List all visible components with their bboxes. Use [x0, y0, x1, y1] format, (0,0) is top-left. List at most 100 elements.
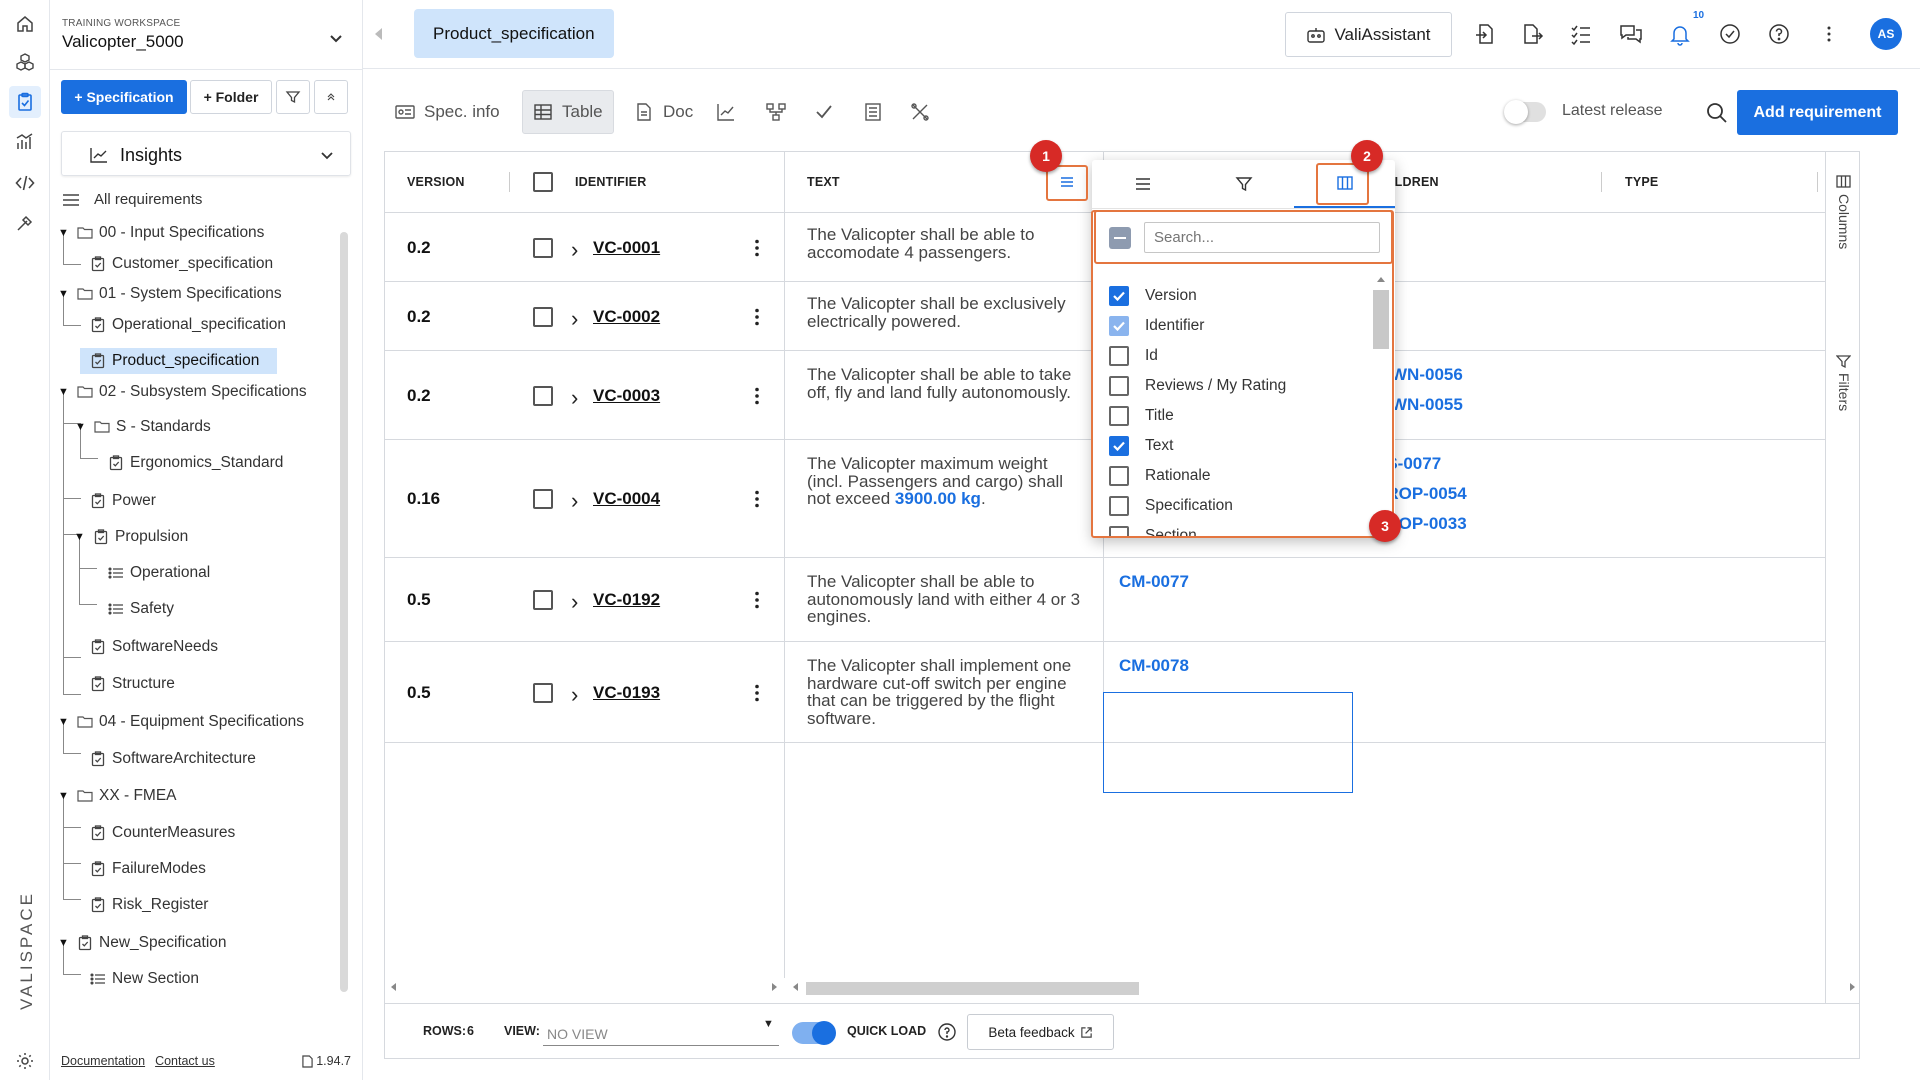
expand-toggle-icon[interactable]: ▼ [58, 386, 72, 398]
children-link[interactable]: WN-0055 [1391, 390, 1463, 420]
expand-toggle-icon[interactable]: ▼ [58, 288, 72, 300]
column-option[interactable]: Section [1109, 521, 1197, 536]
column-option-checkbox[interactable] [1109, 376, 1129, 396]
components-icon[interactable] [9, 46, 41, 78]
home-icon[interactable] [9, 8, 41, 40]
horizontal-scrollbar[interactable] [385, 978, 1855, 996]
chevron-down-icon[interactable] [326, 28, 346, 48]
identifier-link[interactable]: VC-0002 [593, 307, 660, 327]
row-checkbox[interactable] [533, 489, 553, 509]
expand-toggle-icon[interactable]: ▼ [58, 227, 72, 239]
column-option[interactable]: Rationale [1109, 461, 1211, 491]
column-option-checkbox[interactable] [1109, 436, 1129, 456]
collapse-all-button[interactable] [314, 80, 348, 114]
verification-view-button[interactable] [804, 90, 844, 134]
tree-item[interactable]: Structure [90, 671, 175, 697]
report-view-button[interactable] [853, 90, 893, 134]
tree-item[interactable]: ▼ 01 - System Specifications [58, 281, 282, 307]
sidebar-scrollbar[interactable] [340, 232, 348, 992]
tools-icon[interactable] [9, 207, 41, 239]
column-header-children[interactable]: ILDREN [1391, 175, 1439, 189]
comments-icon[interactable] [1619, 22, 1643, 46]
code-icon[interactable] [9, 167, 41, 199]
expand-toggle-icon[interactable]: ▼ [58, 937, 72, 949]
scroll-left-icon[interactable] [793, 983, 799, 991]
column-option-checkbox[interactable] [1109, 346, 1129, 366]
expand-row-icon[interactable]: › [571, 488, 578, 514]
scroll-right-icon[interactable] [771, 983, 777, 991]
expand-toggle-icon[interactable]: ▼ [75, 421, 89, 433]
tree-item[interactable]: ▼ S - Standards [75, 414, 211, 440]
column-option[interactable]: Identifier [1109, 311, 1204, 341]
row-more-icon[interactable] [755, 684, 759, 702]
select-all-checkbox[interactable] [533, 172, 553, 192]
view-select[interactable]: NO VIEW [543, 1018, 779, 1046]
table-view-button[interactable]: Table [522, 90, 614, 134]
export-icon[interactable] [1520, 22, 1544, 46]
tree-item[interactable]: SoftwareNeeds [90, 634, 218, 660]
tree-item[interactable]: Ergonomics_Standard [108, 450, 283, 476]
selected-cell[interactable] [1103, 692, 1353, 793]
expand-row-icon[interactable]: › [571, 589, 578, 615]
column-option[interactable]: Specification [1109, 491, 1233, 521]
analytics-icon[interactable] [9, 126, 41, 158]
identifier-link[interactable]: VC-0192 [593, 590, 660, 610]
table-row[interactable]: 0.5 › VC-0192 The Valicopter shall be able … [385, 558, 1859, 642]
row-checkbox[interactable] [533, 306, 553, 327]
column-option[interactable]: Reviews / My Rating [1109, 371, 1286, 401]
filter-button[interactable] [276, 80, 310, 114]
expand-row-icon[interactable]: › [571, 385, 578, 411]
scroll-left-icon[interactable] [391, 983, 397, 991]
column-option-checkbox[interactable] [1109, 526, 1129, 536]
identifier-link[interactable]: VC-0001 [593, 238, 660, 258]
tree-item[interactable]: ▼ 00 - Input Specifications [58, 220, 264, 246]
row-checkbox[interactable] [533, 590, 553, 610]
collapse-sidebar-icon[interactable] [373, 27, 383, 41]
column-option[interactable]: Text [1109, 431, 1173, 461]
columns-icon[interactable] [1836, 174, 1851, 189]
tree-view-button[interactable] [756, 90, 796, 134]
vali-value[interactable]: 3900.00 [895, 489, 956, 508]
tree-item[interactable]: Customer_specification [90, 251, 273, 277]
notifications-icon[interactable] [1668, 22, 1692, 46]
toggle-all-checkbox[interactable] [1109, 227, 1131, 249]
requirement-text[interactable]: The Valicopter shall be exclusively elec… [807, 295, 1087, 330]
column-option-checkbox[interactable] [1109, 466, 1129, 486]
children-link[interactable]: WN-0056 [1391, 360, 1463, 390]
tree-item[interactable]: SoftwareArchitecture [90, 746, 256, 772]
tree-item[interactable]: ▼ 02 - Subsystem Specifications [58, 379, 307, 405]
filters-panel-label[interactable]: Filters [1836, 373, 1852, 411]
requirement-text[interactable]: The Valicopter shall be able to accomoda… [807, 226, 1087, 261]
beta-feedback-button[interactable]: Beta feedback [967, 1014, 1114, 1050]
insights-dropdown[interactable]: Insights [61, 131, 351, 176]
expand-toggle-icon[interactable]: ▼ [58, 790, 72, 802]
doc-view-button[interactable]: Doc [624, 90, 703, 134]
identifier-link[interactable]: VC-0003 [593, 386, 660, 406]
tree-item[interactable]: FailureModes [90, 856, 206, 882]
scroll-right-icon[interactable] [1849, 983, 1855, 991]
scrollbar-thumb[interactable] [806, 982, 1139, 995]
tab-filter[interactable] [1193, 160, 1294, 208]
tree-item[interactable]: Power [90, 488, 156, 514]
columns-panel-label[interactable]: Columns [1836, 194, 1852, 249]
more-vertical-icon[interactable] [1817, 22, 1841, 46]
add-requirement-button[interactable]: Add requirement [1737, 90, 1898, 135]
tree-item[interactable]: Operational [108, 560, 210, 586]
row-more-icon[interactable] [755, 591, 759, 609]
valiassistant-button[interactable]: ValiAssistant [1285, 12, 1452, 57]
column-option-checkbox[interactable] [1109, 406, 1129, 426]
tree-item[interactable]: CounterMeasures [90, 820, 235, 846]
filter-icon[interactable] [1836, 354, 1851, 369]
user-avatar[interactable]: AS [1870, 18, 1902, 50]
tab-product-specification[interactable]: Product_specification [414, 9, 614, 58]
row-more-icon[interactable] [755, 387, 759, 405]
row-more-icon[interactable] [755, 308, 759, 326]
add-folder-button[interactable]: + Folder [190, 80, 272, 114]
caret-down-icon[interactable]: ▼ [763, 1018, 774, 1030]
column-header-version[interactable]: VERSION [407, 175, 465, 189]
expand-toggle-icon[interactable]: ▼ [74, 531, 88, 543]
requirement-text[interactable]: The Valicopter shall be able to take off… [807, 366, 1087, 401]
row-checkbox[interactable] [533, 682, 553, 703]
column-option[interactable]: Version [1109, 281, 1197, 311]
column-separator[interactable] [509, 172, 510, 192]
